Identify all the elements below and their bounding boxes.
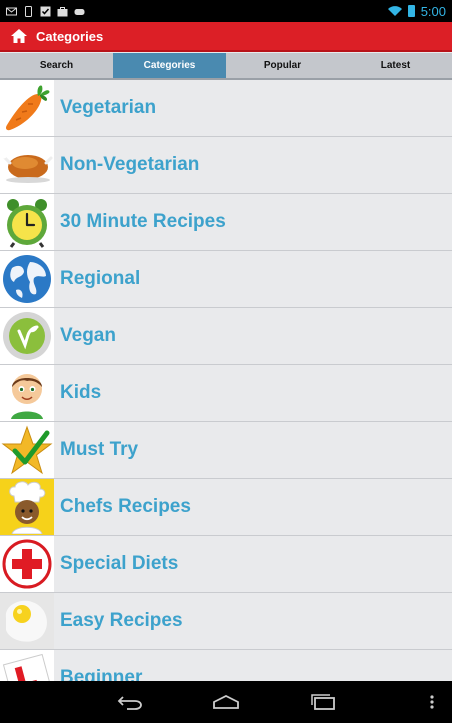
category-item-vegan[interactable]: Vegan [0,308,452,365]
home-nav-icon[interactable] [212,690,240,714]
phone-icon [25,5,32,17]
page-title: Categories [36,28,104,44]
category-label: Non-Vegetarian [60,154,200,175]
category-item-kids[interactable]: Kids [0,365,452,422]
system-nav-bar [0,681,452,723]
category-item-beginner[interactable]: Beginner [0,650,452,681]
checkbox-icon [40,6,51,16]
status-time: 5:00 [420,3,446,19]
category-label: Must Try [60,439,139,460]
roast-chicken-icon [0,137,54,193]
tab-categories[interactable]: Categories [113,53,226,78]
category-item-easy-recipes[interactable]: Easy Recipes [0,593,452,650]
category-list: Vegetarian Non-Vegetarian 30 Minute Reci… [0,80,452,681]
status-bar: 5:00 [0,0,452,22]
recent-apps-icon[interactable] [309,690,337,714]
category-label: Vegan [60,325,116,346]
gmail-icon [6,7,17,15]
tab-search[interactable]: Search [0,53,113,78]
action-bar: Categories [0,22,452,52]
back-icon[interactable] [116,690,144,714]
fried-egg-icon [0,593,54,649]
tab-latest[interactable]: Latest [339,53,452,78]
star-check-icon [0,422,54,478]
category-item-must-try[interactable]: Must Try [0,422,452,479]
tab-bar: Search Categories Popular Latest [0,53,452,80]
overflow-menu-icon[interactable] [418,690,446,714]
store-icon [57,6,68,16]
notification-icons [6,5,85,17]
vegan-leaf-icon [0,308,54,364]
alarm-clock-icon [0,194,54,250]
carrot-icon [0,80,54,136]
category-item-special-diets[interactable]: Special Diets [0,536,452,593]
category-label: Regional [60,268,141,289]
category-label: Special Diets [60,553,179,574]
battery-icon [407,5,415,17]
category-label: Kids [60,382,102,403]
category-label: 30 Minute Recipes [60,211,226,232]
tab-popular[interactable]: Popular [226,53,339,78]
home-icon[interactable] [4,21,34,51]
chef-icon [0,479,54,535]
category-label: Chefs Recipes [60,496,191,517]
category-label: Vegetarian [60,97,157,118]
category-item-vegetarian[interactable]: Vegetarian [0,80,452,137]
category-item-regional[interactable]: Regional [0,251,452,308]
wifi-icon [387,6,402,16]
category-item-non-vegetarian[interactable]: Non-Vegetarian [0,137,452,194]
category-item-chefs-recipes[interactable]: Chefs Recipes [0,479,452,536]
category-label: Easy Recipes [60,610,183,631]
game-controller-icon [74,8,85,15]
kid-face-icon [0,365,54,421]
globe-icon [0,251,54,307]
learner-l-plate-icon [0,650,54,681]
red-cross-icon [0,536,54,592]
category-item-30-minute-recipes[interactable]: 30 Minute Recipes [0,194,452,251]
category-label: Beginner [60,667,143,681]
